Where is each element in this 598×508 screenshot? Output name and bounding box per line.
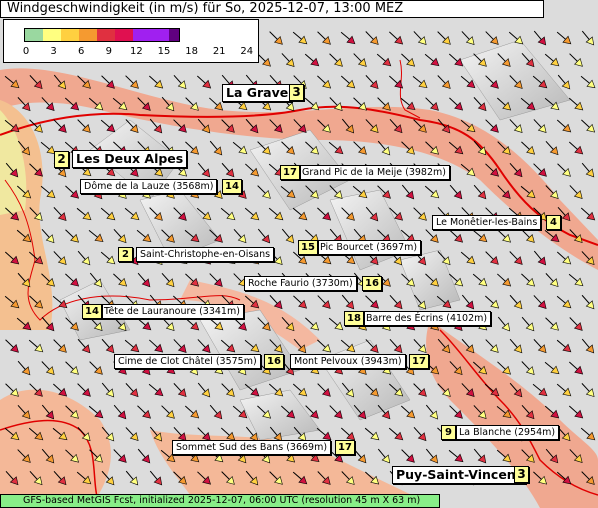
wind-speed-badge: 17	[280, 165, 300, 180]
location-label: Mont Pelvoux (3943m)	[290, 354, 406, 369]
legend-swatch	[61, 29, 79, 41]
location-label: Dôme de la Lauze (3568m)	[80, 179, 218, 194]
legend-swatch	[79, 29, 97, 41]
wind-speed-badge: 14	[82, 304, 102, 319]
legend-tick: 3	[50, 46, 57, 57]
location-label: Le Monêtier-les-Bains	[432, 215, 542, 230]
location-label: Barre des Écrins (4102m)	[362, 311, 492, 326]
wind-speed-badge: 18	[344, 311, 364, 326]
location-label: Saint-Christophe-en-Oisans	[136, 247, 275, 262]
map-title: Windgeschwindigkeit (in m/s) für So, 202…	[0, 0, 544, 18]
legend-tick: 6	[78, 46, 85, 57]
legend-swatch	[25, 29, 43, 41]
wind-speed-badge: 14	[222, 179, 242, 194]
location-label: Puy-Saint-Vincent	[392, 466, 526, 484]
location-label: Cime de Clot Châtel (3575m)	[114, 354, 261, 369]
location-label: Pic Bourcet (3697m)	[316, 240, 422, 255]
legend-swatch	[169, 29, 179, 41]
legend-tick: 12	[130, 46, 143, 57]
legend-color-scale	[24, 28, 180, 42]
legend-tick: 15	[157, 46, 171, 57]
legend-swatch	[115, 29, 133, 41]
wind-speed-badge: 16	[362, 276, 382, 291]
location-label: La Blanche (2954m)	[455, 425, 560, 440]
location-label: Tête de Lauranoure (3341m)	[100, 304, 244, 319]
wind-speed-badge: 17	[335, 440, 355, 455]
legend-swatch	[43, 29, 61, 41]
wind-map: Windgeschwindigkeit (in m/s) für So, 202…	[0, 0, 598, 508]
wind-speed-badge: 2	[118, 247, 133, 262]
legend-swatch	[151, 29, 169, 41]
legend-tick: 9	[105, 46, 112, 57]
wind-speed-badge: 2	[54, 151, 69, 168]
wind-speed-badge: 17	[409, 354, 429, 369]
legend-tick: 18	[185, 46, 198, 57]
forecast-footer: GFS-based MetGIS Fcst, initialized 2025-…	[0, 494, 440, 508]
wind-speed-badge: 16	[264, 354, 284, 369]
legend-swatch	[133, 29, 151, 41]
wind-speed-badge: 9	[441, 425, 456, 440]
legend-tick: 0	[22, 46, 30, 57]
location-label: La Grave	[222, 84, 293, 102]
location-label: Les Deux Alpes	[72, 150, 188, 168]
wind-speed-badge: 3	[289, 84, 304, 101]
wind-speed-legend: 0 3 6 9 12 15 18 21 24	[3, 19, 259, 63]
location-label: Sommet Sud des Bans (3669m)	[172, 440, 332, 455]
location-label: Roche Faurio (3730m)	[244, 276, 357, 291]
legend-tick: 24	[240, 46, 254, 57]
wind-speed-badge: 15	[298, 240, 318, 255]
wind-speed-badge: 3	[514, 466, 529, 483]
legend-tick: 21	[212, 46, 226, 57]
location-label: Grand Pic de la Meije (3982m)	[298, 165, 450, 180]
legend-swatch	[97, 29, 115, 41]
wind-speed-badge: 4	[546, 215, 561, 230]
